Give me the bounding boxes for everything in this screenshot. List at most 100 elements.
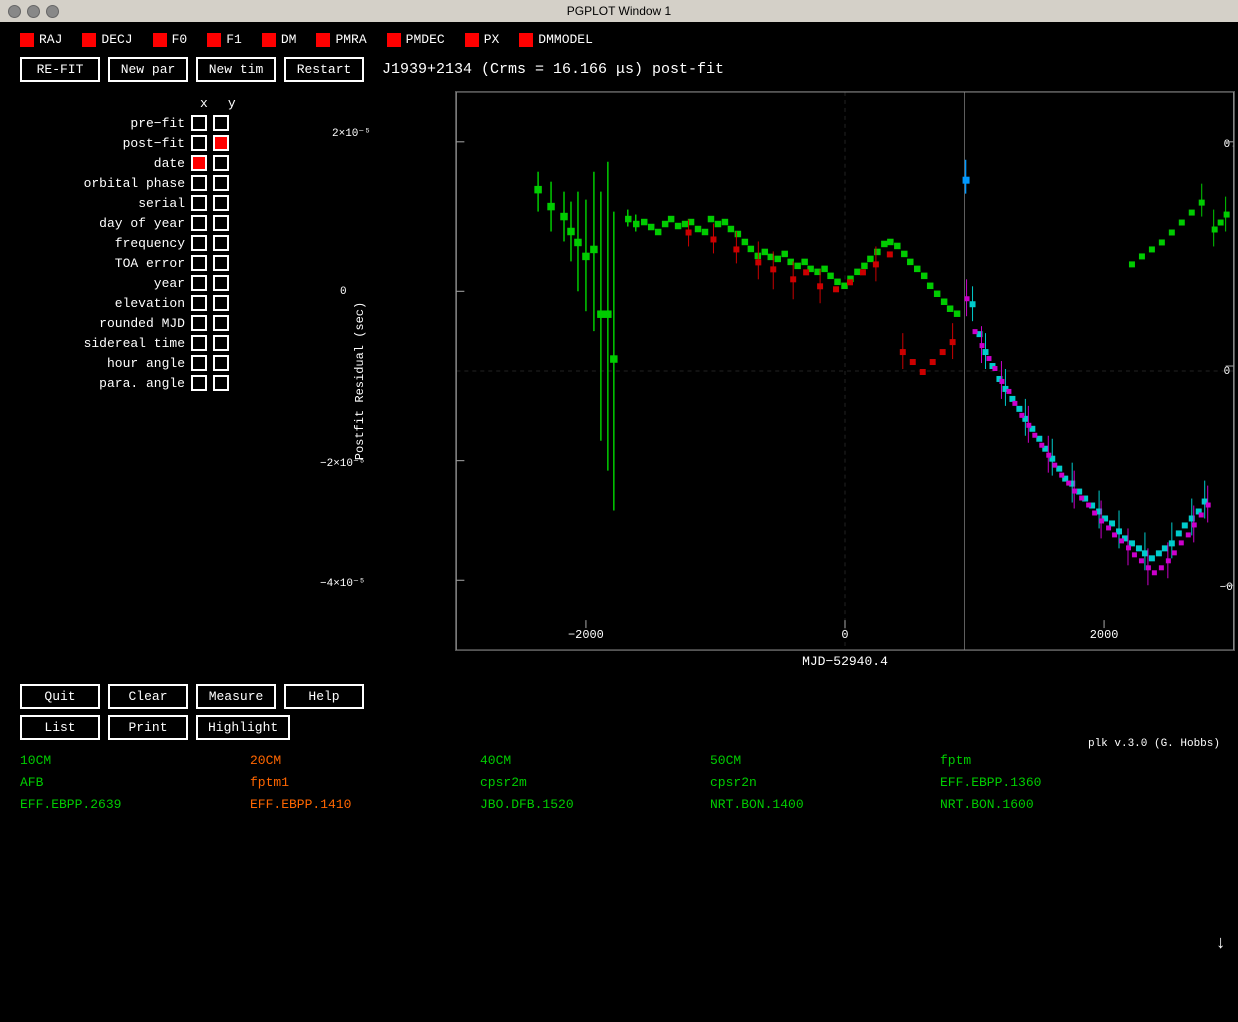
para-angle-x-checkbox[interactable] [191, 375, 207, 391]
left-panel: x y pre−fit post−fit date orbital phase … [10, 86, 280, 676]
scroll-down-arrow[interactable]: ↓ [1215, 934, 1226, 954]
label-col-4: 50CM cpsr2n NRT.BON.1400 [710, 750, 940, 816]
param-dmmodel[interactable]: DMMODEL [519, 32, 593, 47]
elevation-y-checkbox[interactable] [213, 295, 229, 311]
minimize-btn[interactable] [27, 5, 40, 18]
param-raj[interactable]: RAJ [20, 32, 62, 47]
rounded-mjd-y-checkbox[interactable] [213, 315, 229, 331]
param-box-dmmodel [519, 33, 533, 47]
main-content: x y pre−fit post−fit date orbital phase … [0, 86, 1238, 676]
row-elevation[interactable]: elevation [10, 295, 280, 311]
prefit-y-checkbox[interactable] [213, 115, 229, 131]
row-label-prefit: pre−fit [10, 116, 185, 131]
year-y-checkbox[interactable] [213, 275, 229, 291]
label-col-3: 40CM cpsr2m JBO.DFB.1520 [480, 750, 710, 816]
serial-x-checkbox[interactable] [191, 195, 207, 211]
list-button[interactable]: List [20, 715, 100, 740]
highlight-button[interactable]: Highlight [196, 715, 290, 740]
param-label-px: PX [484, 32, 500, 47]
y-axis-left-label: Postfit Residual (sec) [353, 281, 367, 481]
rounded-mjd-x-checkbox[interactable] [191, 315, 207, 331]
svg-text:0.02: 0.02 [1224, 139, 1234, 151]
param-pmdec[interactable]: PMDEC [387, 32, 445, 47]
orbital-phase-y-checkbox[interactable] [213, 175, 229, 191]
param-px[interactable]: PX [465, 32, 500, 47]
row-hour-angle[interactable]: hour angle [10, 355, 280, 371]
param-label-pmra: PMRA [335, 32, 366, 47]
param-label-f1: F1 [226, 32, 242, 47]
row-sidereal-time[interactable]: sidereal time [10, 335, 280, 351]
param-f0[interactable]: F0 [153, 32, 188, 47]
bottom-section: Quit Clear Measure Help List Print Highl… [0, 676, 1238, 824]
y-tick-3: −2×10⁻⁵ [320, 456, 365, 470]
col2-line1: 20CM [250, 750, 480, 772]
measure-button[interactable]: Measure [196, 684, 276, 709]
row-year[interactable]: year [10, 275, 280, 291]
row-label-rounded-mjd: rounded MJD [10, 316, 185, 331]
serial-y-checkbox[interactable] [213, 195, 229, 211]
row-orbital-phase[interactable]: orbital phase [10, 175, 280, 191]
elevation-x-checkbox[interactable] [191, 295, 207, 311]
frequency-y-checkbox[interactable] [213, 235, 229, 251]
col4-line2: cpsr2n [710, 772, 940, 794]
clear-button[interactable]: Clear [108, 684, 188, 709]
toa-error-x-checkbox[interactable] [191, 255, 207, 271]
param-box-dm [262, 33, 276, 47]
param-f1[interactable]: F1 [207, 32, 242, 47]
orbital-phase-x-checkbox[interactable] [191, 175, 207, 191]
row-postfit[interactable]: post−fit [10, 135, 280, 151]
toolbar: RE-FIT New par New tim Restart J1939+213… [0, 53, 1238, 86]
row-rounded-mjd[interactable]: rounded MJD [10, 315, 280, 331]
row-date[interactable]: date [10, 155, 280, 171]
row-label-postfit: post−fit [10, 136, 185, 151]
hour-angle-y-checkbox[interactable] [213, 355, 229, 371]
date-y-checkbox[interactable] [213, 155, 229, 171]
window-controls[interactable] [8, 5, 59, 18]
print-button[interactable]: Print [108, 715, 188, 740]
day-of-year-y-checkbox[interactable] [213, 215, 229, 231]
param-box-raj [20, 33, 34, 47]
label-col-1: 10CM AFB EFF.EBPP.2639 [20, 750, 250, 816]
refit-button[interactable]: RE-FIT [20, 57, 100, 82]
svg-text:0: 0 [1224, 366, 1231, 378]
restart-button[interactable]: Restart [284, 57, 364, 82]
hour-angle-x-checkbox[interactable] [191, 355, 207, 371]
toa-error-y-checkbox[interactable] [213, 255, 229, 271]
row-label-hour-angle: hour angle [10, 356, 185, 371]
row-serial[interactable]: serial [10, 195, 280, 211]
param-dm[interactable]: DM [262, 32, 297, 47]
row-frequency[interactable]: frequency [10, 235, 280, 251]
param-pmra[interactable]: PMRA [316, 32, 366, 47]
prefit-x-checkbox[interactable] [191, 115, 207, 131]
y-tick-4: −4×10⁻⁵ [320, 576, 365, 590]
postfit-y-checkbox[interactable] [213, 135, 229, 151]
sidereal-time-y-checkbox[interactable] [213, 335, 229, 351]
param-label-dm: DM [281, 32, 297, 47]
row-para-angle[interactable]: para. angle [10, 375, 280, 391]
year-x-checkbox[interactable] [191, 275, 207, 291]
row-label-day-of-year: day of year [10, 216, 185, 231]
postfit-x-checkbox[interactable] [191, 135, 207, 151]
day-of-year-x-checkbox[interactable] [191, 215, 207, 231]
frequency-x-checkbox[interactable] [191, 235, 207, 251]
sidereal-time-x-checkbox[interactable] [191, 335, 207, 351]
plot-container[interactable]: −2000 0 2000 0.02 0 −0.02 [455, 91, 1235, 651]
para-angle-y-checkbox[interactable] [213, 375, 229, 391]
date-x-checkbox[interactable] [191, 155, 207, 171]
quit-button[interactable]: Quit [20, 684, 100, 709]
row-toa-error[interactable]: TOA error [10, 255, 280, 271]
bottom-btn-row-2: List Print Highlight [20, 715, 1218, 740]
col3-line1: 40CM [480, 750, 710, 772]
axis-header: x y [200, 96, 280, 111]
row-day-of-year[interactable]: day of year [10, 215, 280, 231]
newtim-button[interactable]: New tim [196, 57, 276, 82]
maximize-btn[interactable] [46, 5, 59, 18]
row-prefit[interactable]: pre−fit [10, 115, 280, 131]
close-btn[interactable] [8, 5, 21, 18]
help-button[interactable]: Help [284, 684, 364, 709]
col4-line3: NRT.BON.1400 [710, 794, 940, 816]
param-decj[interactable]: DECJ [82, 32, 132, 47]
row-label-sidereal-time: sidereal time [10, 336, 185, 351]
newpar-button[interactable]: New par [108, 57, 188, 82]
col3-line3: JBO.DFB.1520 [480, 794, 710, 816]
